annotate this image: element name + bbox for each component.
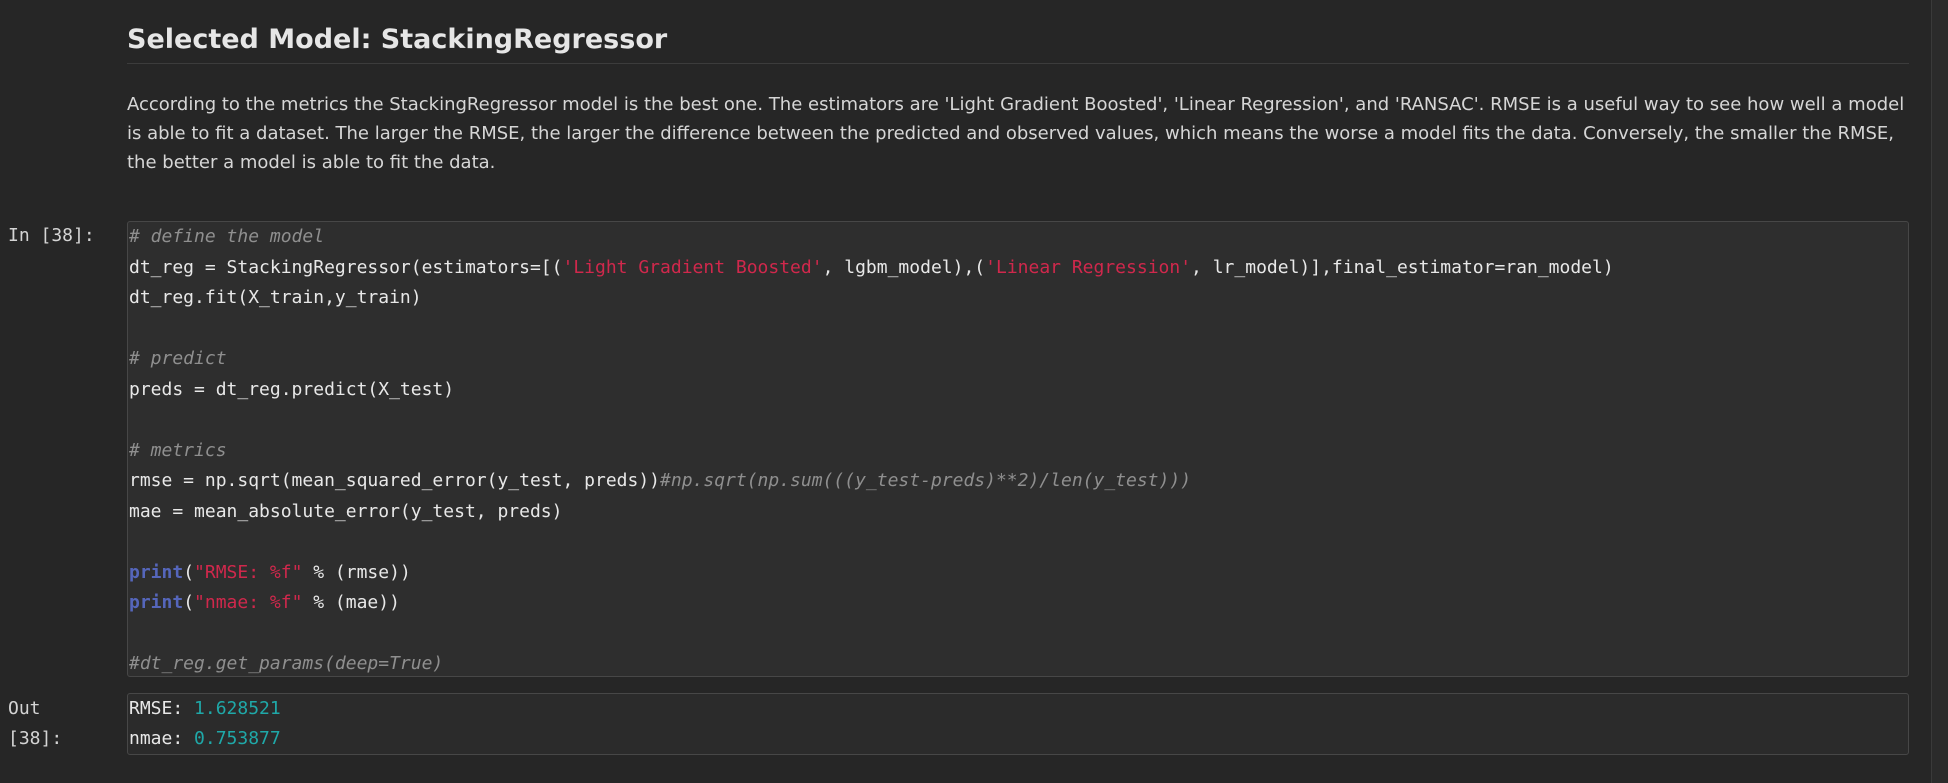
code-keyword: print [129, 561, 184, 583]
code-string: 'Light Gradient Boosted' [562, 256, 823, 278]
code-line: print("RMSE: %f" % (rmse)) [129, 558, 1908, 589]
code-cell-editor[interactable]: # define the model dt_reg = StackingRegre… [127, 221, 1909, 677]
code-line: # predict [129, 344, 1908, 375]
markdown-cell[interactable]: Selected Model: StackingRegressor Accord… [127, 12, 1909, 177]
vertical-scrollbar[interactable] [1931, 0, 1948, 783]
code-token: % (mae)) [302, 592, 400, 613]
code-comment: # predict [129, 348, 227, 369]
rmse-value: 1.628521 [194, 698, 281, 719]
code-string: "nmae: %f" [194, 592, 303, 613]
code-string: 'Linear Regression' [985, 256, 1192, 278]
code-line: preds = dt_reg.predict(X_test) [129, 375, 1908, 406]
code-line: dt_reg = StackingRegressor(estimators=[(… [129, 253, 1908, 284]
code-line: print("nmae: %f" % (mae)) [129, 588, 1908, 619]
code-comment: #np.sqrt(np.sum(((y_test-preds)**2)/len(… [660, 470, 1192, 491]
code-line: dt_reg.fit(X_train,y_train) [129, 283, 1908, 314]
code-line: mae = mean_absolute_error(y_test, preds) [129, 497, 1908, 528]
code-string: "RMSE: %f" [194, 561, 303, 583]
code-token: dt_reg.fit(X_train,y_train) [129, 287, 422, 308]
nmae-value: 0.753877 [194, 728, 281, 749]
output-area: RMSE: 1.628521 nmae: 0.753877 [127, 693, 1909, 755]
code-token: % (rmse)) [302, 561, 411, 583]
rmse-label: RMSE: [129, 698, 195, 719]
code-comment: # metrics [129, 439, 227, 461]
input-prompt: In [38]: [8, 225, 95, 246]
code-line: # metrics [129, 436, 1908, 467]
code-line: #dt_reg.get_params(deep=True) [129, 649, 1908, 680]
output-prompt: Out [38]: [8, 694, 88, 754]
code-token: ( [183, 561, 195, 583]
code-token: , lr_model)],final_estimator=ran_model) [1191, 256, 1614, 278]
code-token: rmse = np.sqrt(mean_squared_error(y_test… [129, 470, 661, 491]
code-text: # define the model dt_reg = StackingRegre… [129, 222, 1908, 680]
code-token: , lgbm_model),( [822, 256, 986, 278]
output-text: RMSE: 1.628521 nmae: 0.753877 [129, 694, 1908, 754]
description-paragraph: According to the metrics the StackingReg… [127, 94, 1905, 173]
code-line: rmse = np.sqrt(mean_squared_error(y_test… [129, 466, 1908, 497]
section-heading: Selected Model: StackingRegressor [127, 12, 1909, 64]
output-prompt-number: [38]: [8, 728, 63, 749]
nmae-label: nmae: [129, 728, 195, 749]
code-comment: #dt_reg.get_params(deep=True) [129, 653, 444, 674]
code-token: mae = mean_absolute_error(y_test, preds) [129, 500, 563, 522]
code-token: ( [183, 592, 195, 613]
code-token: dt_reg = StackingRegressor(estimators=[( [129, 256, 563, 278]
code-keyword: print [129, 592, 184, 613]
notebook-page: Selected Model: StackingRegressor Accord… [0, 0, 1948, 783]
code-line: # define the model [129, 222, 1908, 253]
code-token: preds = dt_reg.predict(X_test) [129, 378, 455, 400]
code-comment: # define the model [129, 226, 325, 247]
output-prompt-label: Out [8, 698, 41, 719]
